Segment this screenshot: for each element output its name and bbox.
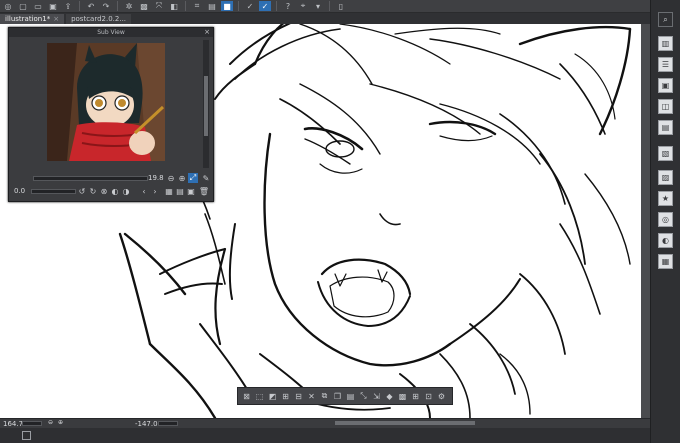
color-wheel-icon[interactable]: ◐ (658, 233, 673, 248)
rotation-value: 0.0 (14, 187, 26, 195)
divider (276, 1, 277, 11)
sub-view-icon[interactable]: ▤ (658, 120, 673, 135)
zoom-slider[interactable] (22, 421, 42, 426)
select-all-icon[interactable]: ⬚ (254, 391, 265, 402)
divider (79, 1, 80, 11)
rotation-row: 0.0 ↺ ↻ ⊗ ◐ ◑ ‹ › ▦ ▤ ▣ 🗑 (11, 186, 211, 198)
horizontal-scroll-thumb[interactable] (335, 421, 475, 425)
zoom-in-icon[interactable]: ⊕ (177, 173, 187, 183)
scale-icon[interactable]: ⇲ (371, 391, 382, 402)
brush-size-icon[interactable]: ◎ (658, 212, 673, 227)
help-icon[interactable]: ? (282, 1, 294, 11)
rotation-slider[interactable] (158, 421, 178, 426)
trash-icon[interactable]: 🗑 (199, 186, 209, 196)
zoom-row: 19.8 ⊖ ⊕ ⤢ ✎ (11, 173, 211, 185)
check-active-icon[interactable]: ✓ (259, 1, 271, 11)
zoom-out-icon[interactable]: ⊖ (166, 173, 176, 183)
rotate-left-icon[interactable]: ↺ (77, 186, 87, 196)
check-icon[interactable]: ✓ (244, 1, 256, 11)
redo-icon[interactable]: ↷ (100, 1, 112, 11)
layer-list-icon[interactable]: ☰ (658, 57, 673, 72)
shrink-selection-icon[interactable]: ⊟ (293, 391, 304, 402)
rotation-readout: -147.0 (135, 420, 158, 428)
paste-icon[interactable]: ▤ (345, 391, 356, 402)
rotation-slider[interactable] (31, 189, 76, 194)
divider (117, 1, 118, 11)
zoom-out-icon[interactable]: ⊖ (48, 419, 53, 426)
previous-icon[interactable]: ‹ (139, 186, 149, 196)
tab-illustration[interactable]: illustration1* × (0, 14, 65, 24)
deselect-icon[interactable]: ⊠ (241, 391, 252, 402)
clear-outside-icon[interactable]: ⧉ (319, 391, 330, 402)
copy-icon[interactable]: ❐ (332, 391, 343, 402)
transform-icon[interactable]: ⤡ (358, 391, 369, 402)
sub-view-scroll-thumb[interactable] (204, 76, 208, 136)
open-folder-icon[interactable]: ▭ (32, 1, 44, 11)
checker-icon[interactable]: ⊞ (410, 391, 421, 402)
pattern-icon[interactable]: ▩ (397, 391, 408, 402)
selection-layer-icon[interactable]: ⊡ (423, 391, 434, 402)
flip-vertical-icon[interactable]: ◑ (121, 186, 131, 196)
image-icon[interactable]: ▣ (186, 186, 196, 196)
tab-label: postcard2.0.2... (71, 15, 127, 23)
grid-toggle-icon[interactable]: ■ (221, 1, 233, 11)
flip-horizontal-icon[interactable]: ◐ (110, 186, 120, 196)
settings-icon[interactable]: ⚙ (436, 391, 447, 402)
bottom-bar (0, 428, 650, 443)
next-icon[interactable]: › (150, 186, 160, 196)
right-tool-strip: ⌕ ▥ ☰ ▣ ◫ ▤ ▧ ▨ ★ ◎ ◐ ▦ (650, 0, 680, 443)
fill-icon[interactable]: ◆ (384, 391, 395, 402)
pin-icon[interactable]: ⌖ (297, 1, 309, 11)
save-icon[interactable]: ▣ (47, 1, 59, 11)
eraser-icon[interactable]: ◧ (168, 1, 180, 11)
zoom-in-icon[interactable]: ⊕ (58, 419, 63, 426)
grid-view-icon[interactable]: ▦ (164, 186, 174, 196)
snap-icon[interactable]: ⌗ (191, 1, 203, 11)
color-history-icon[interactable]: ▧ (658, 146, 673, 161)
floating-toolbar: ⊠ ⬚ ◩ ⊞ ⊟ ✕ ⧉ ❐ ▤ ⤡ ⇲ ◆ ▩ ⊞ ⊡ ⚙ (237, 387, 453, 405)
zoom-readout: 164.7 (3, 420, 24, 428)
divider (329, 1, 330, 11)
fit-view-icon[interactable]: ⤢ (188, 173, 198, 183)
undo-icon[interactable]: ↶ (85, 1, 97, 11)
command-bar: ◎ ▢ ▭ ▣ ⇪ ↶ ↷ ✲ ▩ ⤧ ◧ ⌗ ▤ ■ ✓ ✓ ? ⌖ ▾ ▯ (0, 0, 650, 13)
close-icon[interactable]: × (204, 28, 210, 37)
eyedropper-icon[interactable]: ✎ (201, 173, 211, 183)
import-icon[interactable]: ▤ (175, 186, 185, 196)
settings-icon[interactable]: ✲ (123, 1, 135, 11)
fill-icon[interactable]: ▩ (138, 1, 150, 11)
reference-image (47, 43, 165, 161)
app-menu-icon[interactable]: ◎ (2, 1, 14, 11)
document-tabs: illustration1* × postcard2.0.2... (0, 13, 650, 24)
expand-selection-icon[interactable]: ⊞ (280, 391, 291, 402)
tab-label: illustration1* (5, 15, 51, 23)
search-icon[interactable]: ⌕ (658, 12, 673, 27)
ruler-icon[interactable]: ▤ (206, 1, 218, 11)
new-file-icon[interactable]: ▢ (17, 1, 29, 11)
layer-properties-icon[interactable]: ▥ (658, 36, 673, 51)
sub-view-panel: Sub View × 19.8 ⊖ ⊕ ⤢ ✎ 0.0 ↺ ↻ ⊗ ◐ ◑ ‹ … (8, 27, 214, 202)
export-icon[interactable]: ⇪ (62, 1, 74, 11)
transform-icon[interactable]: ⤧ (153, 1, 165, 11)
close-icon[interactable]: × (53, 14, 59, 24)
material-icon[interactable]: ▣ (658, 78, 673, 93)
zoom-value: 19.8 (148, 174, 164, 182)
vertical-scrollbar[interactable] (641, 24, 650, 418)
divider (185, 1, 186, 11)
panel-toggle-icon[interactable] (22, 431, 31, 440)
favorites-icon[interactable]: ★ (658, 191, 673, 206)
tab-postcard[interactable]: postcard2.0.2... (66, 14, 132, 24)
reset-rotation-icon[interactable]: ⊗ (99, 186, 109, 196)
clear-icon[interactable]: ✕ (306, 391, 317, 402)
sub-view-title: Sub View (9, 28, 213, 37)
navigator-icon[interactable]: ◫ (658, 99, 673, 114)
chevron-down-icon[interactable]: ▾ (312, 1, 324, 11)
phone-icon[interactable]: ▯ (335, 1, 347, 11)
divider (238, 1, 239, 11)
color-set-icon[interactable]: ▦ (658, 254, 673, 269)
rotate-right-icon[interactable]: ↻ (88, 186, 98, 196)
invert-selection-icon[interactable]: ◩ (267, 391, 278, 402)
zoom-slider[interactable] (33, 176, 148, 181)
tool-property-icon[interactable]: ▨ (658, 170, 673, 185)
